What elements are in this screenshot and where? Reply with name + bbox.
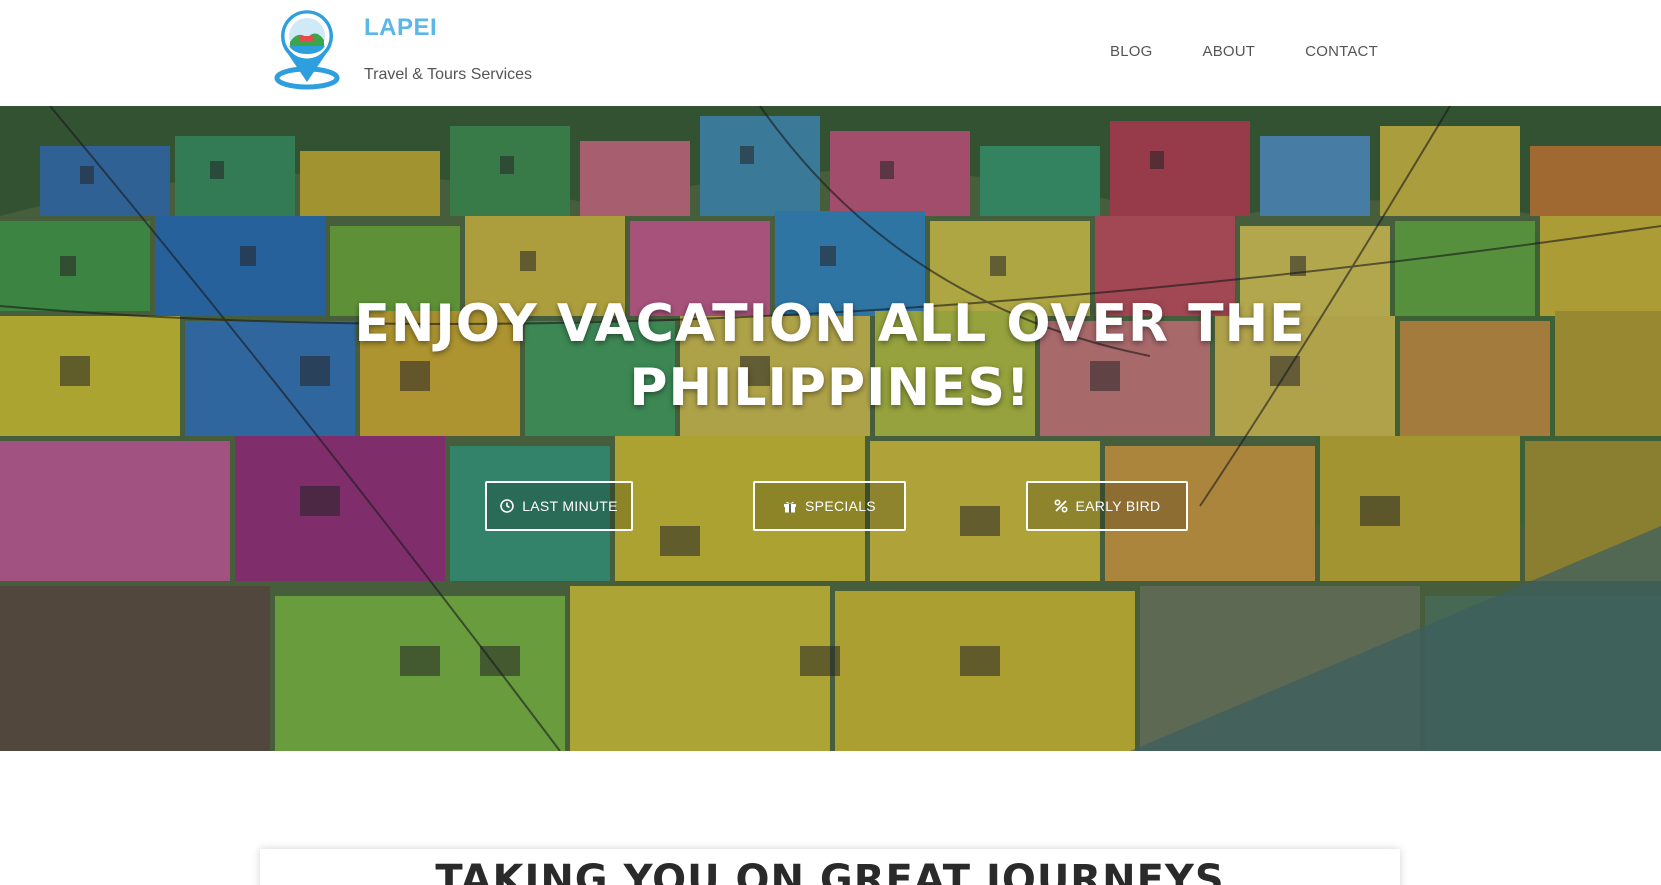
section-title: TAKING YOU ON GREAT JOURNEYS [435, 857, 1225, 885]
hero-title-line2: PHILIPPINES! [629, 358, 1031, 418]
last-minute-label: LAST MINUTE [522, 498, 618, 514]
main-nav: BLOG ABOUT CONTACT [1110, 43, 1378, 60]
brand-tagline: Travel & Tours Services [364, 66, 533, 83]
hero-title: ENJOY VACATION ALL OVER THE PHILIPPINES! [250, 292, 1410, 420]
specials-label: SPECIALS [805, 498, 876, 514]
early-bird-button[interactable]: EARLY BIRD [1026, 481, 1188, 531]
clock-icon [500, 499, 514, 513]
percent-icon [1054, 499, 1068, 513]
early-bird-label: EARLY BIRD [1075, 498, 1161, 514]
nav-item-blog[interactable]: BLOG [1110, 43, 1152, 60]
gift-icon [784, 501, 797, 513]
hero-title-line1: ENJOY VACATION ALL OVER THE [354, 294, 1306, 354]
hero-banner: ENJOY VACATION ALL OVER THE PHILIPPINES!… [0, 106, 1661, 751]
map-pin-logo-icon[interactable] [274, 6, 340, 90]
nav-item-about[interactable]: ABOUT [1202, 43, 1255, 60]
journeys-section-card: TAKING YOU ON GREAT JOURNEYS [260, 849, 1400, 885]
hero-overlay [0, 106, 1661, 751]
last-minute-button[interactable]: LAST MINUTE [485, 481, 633, 531]
specials-button[interactable]: SPECIALS [753, 481, 906, 531]
brand-name[interactable]: LAPEI [364, 14, 437, 42]
nav-item-contact[interactable]: CONTACT [1305, 43, 1378, 60]
site-header: LAPEI Travel & Tours Services BLOG ABOUT… [0, 0, 1661, 106]
